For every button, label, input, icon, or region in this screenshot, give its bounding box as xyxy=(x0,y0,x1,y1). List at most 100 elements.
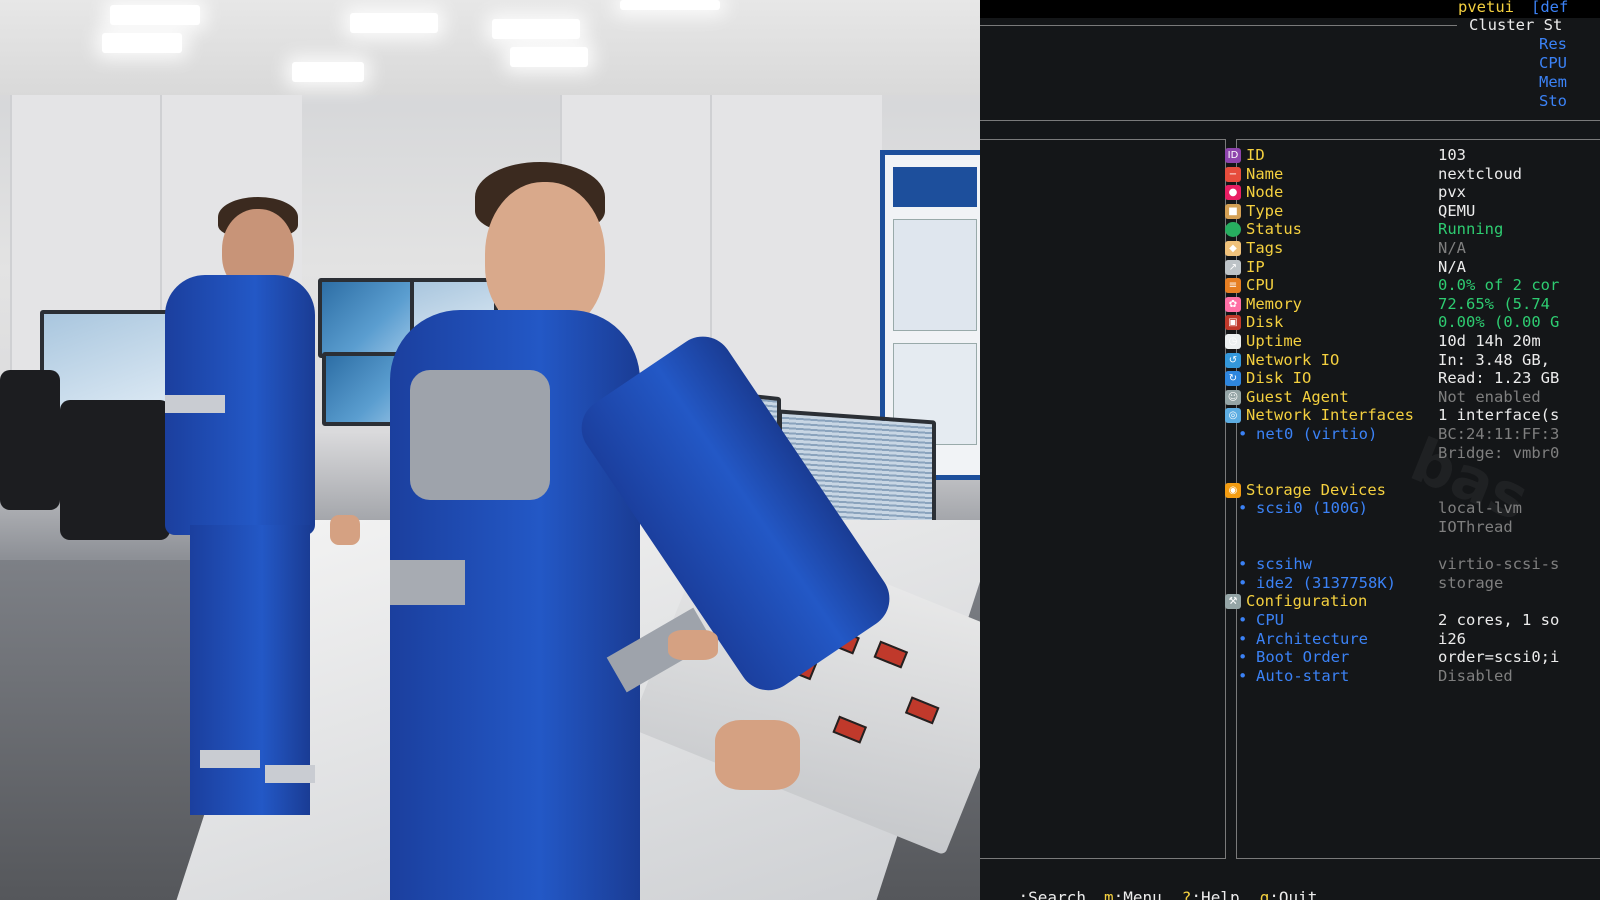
ceiling-light xyxy=(350,13,438,33)
detail-label: Tags xyxy=(1246,239,1284,257)
detail-value: 10d 14h 20m xyxy=(1438,332,1541,350)
detail-label: Uptime xyxy=(1246,332,1302,350)
app-title: pvetui xyxy=(1458,0,1514,16)
office-chair xyxy=(0,370,60,510)
footer-key: ? xyxy=(1181,888,1192,900)
storage-value: storage xyxy=(1438,573,1504,592)
bullet: • xyxy=(1238,555,1248,574)
detail-label: IP xyxy=(1246,257,1265,276)
detail-label: Network Interfaces xyxy=(1246,406,1414,425)
bullet: • xyxy=(1238,629,1248,648)
net-interface-mac: BC:24:11:FF:3 xyxy=(1438,425,1560,443)
control-room-photo xyxy=(0,0,980,900)
footer-label: :Quit xyxy=(1269,888,1318,900)
bullet: • xyxy=(1238,648,1248,667)
storage-name[interactable]: scsi0 (100G) xyxy=(1256,499,1368,518)
detail-value: Running xyxy=(1438,220,1504,239)
foreground-worker xyxy=(370,160,902,900)
net-interface-bridge: Bridge: vmbr0 xyxy=(1438,443,1560,462)
footer-keybinding[interactable]: m:Menu xyxy=(1104,888,1162,900)
abacus-icon: ≡ xyxy=(1225,278,1241,294)
footer-key: q xyxy=(1259,888,1270,900)
detail-value: N/A xyxy=(1438,239,1466,257)
detail-label: Disk IO xyxy=(1246,369,1312,388)
config-value: i26 xyxy=(1438,629,1466,648)
divider xyxy=(980,120,1600,121)
ceiling-light xyxy=(510,47,588,67)
footer-label: :Menu xyxy=(1113,888,1162,900)
vm-list-pane[interactable] xyxy=(980,139,1226,859)
detail-label: CPU xyxy=(1246,276,1274,295)
detail-value: 103 xyxy=(1438,146,1466,164)
robot-icon: ☺ xyxy=(1225,389,1241,405)
package-icon: ■ xyxy=(1225,203,1241,219)
detail-value: 1 interface(s xyxy=(1438,406,1560,425)
bullet: • xyxy=(1238,499,1248,518)
storage-name[interactable]: ide2 (3137758K) xyxy=(1256,574,1396,593)
config-name[interactable]: CPU xyxy=(1256,611,1284,630)
storage-value: virtio-scsi-s xyxy=(1438,555,1560,574)
config-value: 2 cores, 1 so xyxy=(1438,611,1560,629)
background-worker xyxy=(160,195,360,835)
detail-label: Name xyxy=(1246,164,1284,183)
storage-value: local-lvm xyxy=(1438,499,1522,518)
keybinding-footer: :Search m:Menu ?:Help q:Quit xyxy=(980,868,1337,900)
detail-label: Disk xyxy=(1246,313,1284,332)
cluster-status-title: Cluster St xyxy=(1469,16,1563,34)
footer-keybinding[interactable]: q:Quit xyxy=(1260,888,1318,900)
bullet: • xyxy=(1238,573,1248,592)
cluster-item: Mem xyxy=(1539,73,1567,91)
storage-value-extra: IOThread xyxy=(1438,518,1513,536)
cycle-icon: ↻ xyxy=(1225,371,1241,387)
office-chair xyxy=(60,400,170,540)
clock-icon: ◷ xyxy=(1225,334,1241,349)
detail-value: Not enabled xyxy=(1438,387,1541,406)
config-value: order=scsi0;i xyxy=(1438,648,1560,667)
detail-value: nextcloud xyxy=(1438,164,1522,183)
detail-label: ID xyxy=(1246,146,1265,164)
config-name[interactable]: Boot Order xyxy=(1256,648,1349,667)
globe-icon: ◎ xyxy=(1225,408,1241,424)
cluster-item: Sto xyxy=(1539,92,1567,110)
net-interface-name[interactable]: net0 (virtio) xyxy=(1256,425,1377,444)
footer-keybinding[interactable]: :Search xyxy=(1019,888,1086,900)
ceiling-light xyxy=(620,0,720,10)
detail-value: 0.0% of 2 cor xyxy=(1438,276,1560,295)
divider xyxy=(980,25,1457,26)
detail-value: N/A xyxy=(1438,257,1466,276)
cluster-item: CPU xyxy=(1539,54,1567,72)
detail-label: Guest Agent xyxy=(1246,387,1349,406)
arrows-refresh-icon: ↺ xyxy=(1225,352,1241,368)
no-entry-icon: − xyxy=(1225,166,1241,182)
profile-indicator[interactable]: [def xyxy=(1531,0,1568,17)
storage-name[interactable]: scsihw xyxy=(1256,555,1312,574)
disc-icon: ◉ xyxy=(1225,482,1241,498)
detail-value: 0.00% (0.00 G xyxy=(1438,313,1560,332)
bullet: • xyxy=(1238,666,1248,685)
ceiling-light xyxy=(292,62,364,82)
tag-icon: ◆ xyxy=(1225,241,1241,256)
detail-label: Memory xyxy=(1246,294,1302,313)
footer-label: :Search xyxy=(1018,888,1086,900)
hammer-icon: ⚒ xyxy=(1225,594,1241,610)
detail-label: Type xyxy=(1246,201,1284,220)
floppy-disk-icon: ▣ xyxy=(1225,315,1241,331)
config-name[interactable]: Auto-start xyxy=(1256,667,1349,686)
detail-value: pvx xyxy=(1438,183,1466,202)
config-value: Disabled xyxy=(1438,666,1513,685)
detail-value: QEMU xyxy=(1438,201,1476,220)
pin-icon: ● xyxy=(1225,185,1241,201)
id-icon: ID xyxy=(1225,148,1241,163)
ceiling-light xyxy=(110,5,200,25)
detail-label: Status xyxy=(1246,220,1302,239)
cluster-item: Res xyxy=(1539,35,1567,53)
ceiling-light xyxy=(102,33,182,53)
config-name[interactable]: Architecture xyxy=(1256,630,1368,649)
detail-label: Node xyxy=(1246,183,1284,202)
detail-value: 72.65% (5.74 xyxy=(1438,294,1550,313)
footer-keybinding[interactable]: ?:Help xyxy=(1182,888,1240,900)
detail-value: Read: 1.23 GB xyxy=(1438,369,1560,388)
pvetui-terminal: pvetui [def Cluster St Res CPU Mem Sto b… xyxy=(980,0,1600,900)
section-title: Configuration xyxy=(1246,592,1368,611)
ceiling-light xyxy=(492,19,580,39)
